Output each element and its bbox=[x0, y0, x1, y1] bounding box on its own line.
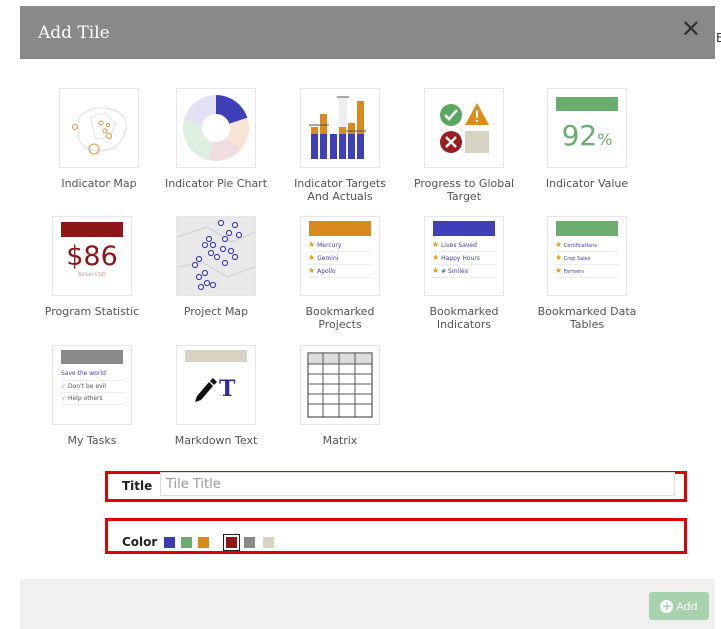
list-item: ★ Gemini bbox=[308, 252, 372, 265]
tile-project-map[interactable]: Project Map bbox=[161, 216, 271, 318]
star-icon: ★ bbox=[555, 266, 563, 275]
tile-progress-to-global-target[interactable]: Progress to Global Target bbox=[409, 88, 519, 203]
background-page-text: E bbox=[716, 31, 721, 45]
star-icon: ★ bbox=[432, 240, 440, 249]
indicator-map-thumbnail bbox=[59, 88, 139, 168]
markdown-text-thumbnail: T bbox=[176, 345, 256, 425]
tile-markdown-text[interactable]: T Markdown Text bbox=[161, 345, 271, 447]
tile-bookmarked-data-tables[interactable]: ★ Certifications ★ Crop Sales ★ Farmers … bbox=[532, 216, 642, 331]
close-icon[interactable]: ✕ bbox=[681, 17, 701, 41]
tile-matrix[interactable]: Matrix bbox=[285, 345, 395, 447]
tile-indicator-targets-and-actuals[interactable]: Indicator Targets And Actuals bbox=[285, 88, 395, 203]
progress-global-target-thumbnail bbox=[424, 88, 504, 168]
check-icon: ✓ bbox=[61, 395, 67, 402]
tile-label: Progress to Global Target bbox=[413, 177, 515, 203]
tile-label: Indicator Value bbox=[545, 177, 629, 190]
add-button[interactable]: + Add bbox=[649, 592, 709, 620]
title-input[interactable] bbox=[160, 472, 675, 496]
tile-label: Bookmarked Data Tables bbox=[537, 305, 637, 331]
tile-indicator-pie-chart[interactable]: Indicator Pie Chart bbox=[161, 88, 271, 190]
text-format-icon: T bbox=[219, 376, 236, 402]
tile-indicator-map[interactable]: Indicator Map bbox=[44, 88, 154, 190]
tile-label: Indicator Map bbox=[61, 177, 137, 190]
task-heading: Save the world bbox=[61, 370, 125, 381]
grid-icon bbox=[307, 352, 373, 418]
indicator-targets-thumbnail bbox=[300, 88, 380, 168]
tile-indicator-value[interactable]: 92% Indicator Value bbox=[532, 88, 642, 190]
star-icon: ★ bbox=[555, 240, 563, 249]
list-item: ★ Happy Hours bbox=[432, 252, 496, 265]
thumbnail-header-bar bbox=[61, 222, 123, 237]
thumbnail-header-bar bbox=[61, 350, 123, 364]
star-icon: ★ bbox=[432, 253, 440, 262]
add-button-label: Add bbox=[676, 599, 698, 613]
star-icon: ★ bbox=[432, 266, 440, 275]
dialog-title: Add Tile bbox=[38, 23, 110, 43]
tile-label: Program Statistic bbox=[44, 305, 140, 318]
indicator-pie-chart-thumbnail bbox=[176, 88, 256, 168]
list-item: ★ Lives Saved bbox=[432, 239, 496, 252]
tile-bookmarked-projects[interactable]: ★ Mercury ★ Gemini ★ Apollo Bookmarked P… bbox=[285, 216, 395, 331]
thumbnail-header-bar bbox=[433, 221, 495, 236]
thumbnail-header-bar bbox=[556, 97, 618, 111]
bookmarked-data-tables-thumbnail: ★ Certifications ★ Crop Sales ★ Farmers bbox=[547, 216, 627, 296]
color-swatch[interactable] bbox=[181, 537, 192, 548]
color-swatch[interactable] bbox=[198, 537, 209, 548]
matrix-thumbnail bbox=[300, 345, 380, 425]
star-icon: ★ bbox=[308, 253, 316, 262]
title-label: Title bbox=[122, 479, 153, 493]
list-item: ★ Crop Sales bbox=[555, 252, 619, 265]
my-tasks-thumbnail: Save the world ✓ Don't be evil ✓ Help ot… bbox=[52, 345, 132, 425]
indicator-value-text: 92% bbox=[561, 119, 613, 152]
list-item: ✓ Don't be evil bbox=[61, 381, 125, 393]
thumbnail-header-bar bbox=[556, 221, 618, 236]
dialog-footer: + Add bbox=[20, 579, 715, 629]
plus-icon: + bbox=[660, 598, 674, 613]
star-icon: ★ bbox=[308, 266, 316, 275]
check-icon: ✓ bbox=[61, 383, 67, 390]
tile-label: My Tasks bbox=[67, 434, 117, 447]
project-map-thumbnail bbox=[176, 216, 256, 296]
tile-label: Markdown Text bbox=[174, 434, 258, 447]
list-item: ★ Apollo bbox=[308, 265, 372, 278]
star-icon: ★ bbox=[308, 240, 316, 249]
color-swatch[interactable] bbox=[263, 537, 274, 548]
pencil-icon bbox=[195, 378, 217, 402]
color-row-highlight: Color bbox=[105, 518, 687, 554]
tile-label: Bookmarked Projects bbox=[305, 305, 375, 331]
program-statistic-value: $86 bbox=[66, 241, 118, 272]
tile-label: Matrix bbox=[322, 434, 358, 447]
tile-label: Indicator Pie Chart bbox=[164, 177, 268, 190]
dialog-header: Add Tile ✕ bbox=[20, 6, 715, 59]
list-item: ✓ Help others bbox=[61, 393, 125, 405]
color-label: Color bbox=[122, 535, 158, 549]
tile-bookmarked-indicators[interactable]: ★ Lives Saved ★ Happy Hours ★ # Smiles B… bbox=[409, 216, 519, 331]
tile-label: Project Map bbox=[183, 305, 249, 318]
star-icon: ★ bbox=[555, 253, 563, 262]
list-item: ★ # Smiles bbox=[432, 265, 496, 278]
program-statistic-unit: Billion USD bbox=[78, 272, 106, 278]
bookmarked-indicators-thumbnail: ★ Lives Saved ★ Happy Hours ★ # Smiles bbox=[424, 216, 504, 296]
program-statistic-thumbnail: $86 Billion USD bbox=[52, 216, 132, 296]
color-swatch[interactable] bbox=[244, 537, 255, 548]
tile-label: Indicator Targets And Actuals bbox=[294, 177, 386, 203]
list-item: ★ Certifications bbox=[555, 239, 619, 252]
indicator-value-thumbnail: 92% bbox=[547, 88, 627, 168]
thumbnail-header-bar bbox=[309, 221, 371, 236]
tile-label: Bookmarked Indicators bbox=[429, 305, 499, 331]
tile-program-statistic[interactable]: $86 Billion USD Program Statistic bbox=[37, 216, 147, 318]
title-row-highlight: Title bbox=[105, 471, 687, 502]
bookmarked-projects-thumbnail: ★ Mercury ★ Gemini ★ Apollo bbox=[300, 216, 380, 296]
color-swatch[interactable] bbox=[164, 537, 175, 548]
tile-my-tasks[interactable]: Save the world ✓ Don't be evil ✓ Help ot… bbox=[37, 345, 147, 447]
list-item: ★ Farmers bbox=[555, 265, 619, 278]
list-item: ★ Mercury bbox=[308, 239, 372, 252]
color-swatch[interactable] bbox=[223, 534, 240, 551]
add-tile-dialog: Add Tile ✕ Indicator Map Indicator Pie C… bbox=[0, 6, 715, 629]
